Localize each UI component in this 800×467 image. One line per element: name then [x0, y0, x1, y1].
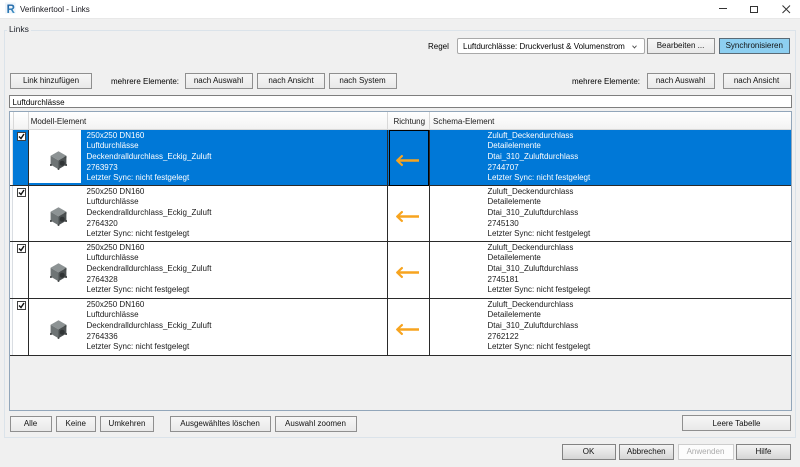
svg-text:R: R — [7, 4, 16, 14]
